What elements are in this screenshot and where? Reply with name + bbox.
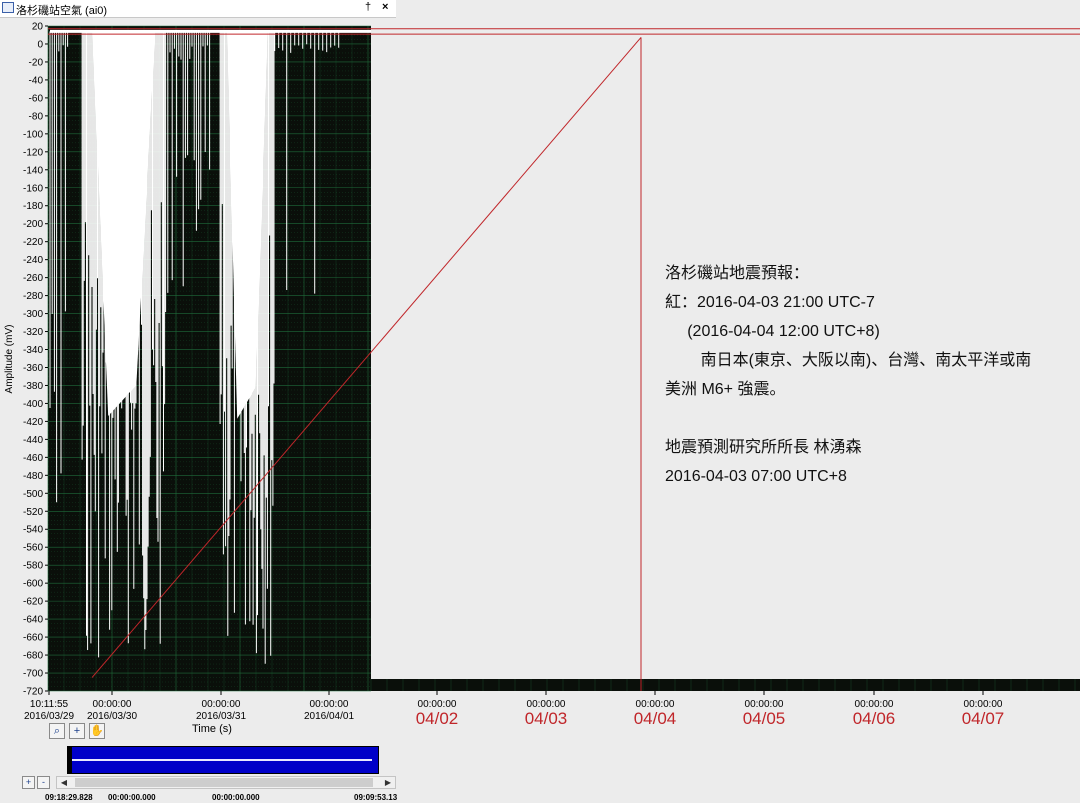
x-tick-label-date: 2016/03/29 xyxy=(24,711,74,722)
y-tick-label: -640 xyxy=(23,615,43,626)
notice-line: (2016-04-04 12:00 UTC+8) xyxy=(665,323,880,340)
overview-label-end: 09:09:53.13 xyxy=(354,793,398,802)
x-axis-label: Time (s) xyxy=(192,723,232,735)
notice-line xyxy=(665,404,1031,433)
zoom-icon[interactable]: ⌕ xyxy=(49,723,65,739)
y-tick-label: -60 xyxy=(29,93,44,104)
annotation-date-label: 04/03 xyxy=(525,709,568,728)
y-tick-label: -120 xyxy=(23,147,43,158)
y-tick-label: -480 xyxy=(23,471,43,482)
y-tick-label: -100 xyxy=(23,129,43,140)
y-tick-label: -240 xyxy=(23,255,43,266)
x-tick-label-time: 10:11:55 xyxy=(30,699,69,710)
y-axis-label: Amplitude (mV) xyxy=(4,325,15,394)
annotation-date-label: 04/05 xyxy=(743,709,786,728)
x-tick-label-time: 00:00:00 xyxy=(93,699,132,710)
crosshair-icon[interactable]: + xyxy=(69,723,85,739)
y-tick-label: -500 xyxy=(23,489,43,500)
x-tick-label-time: 00:00:00 xyxy=(310,699,349,710)
scroll-right-icon[interactable]: ▶ xyxy=(382,777,394,788)
time-scrollbar[interactable]: ◀ ▶ xyxy=(56,776,396,789)
annotation-date-label: 04/04 xyxy=(634,709,677,728)
overview-strip[interactable] xyxy=(67,746,379,774)
scroll-thumb[interactable] xyxy=(75,778,373,787)
y-tick-label: -600 xyxy=(23,579,43,590)
y-tick-label: -380 xyxy=(23,381,43,392)
notice-line: 紅：2016-04-03 21:00 UTC-7 xyxy=(665,294,875,311)
scroll-left-icon[interactable]: ◀ xyxy=(58,777,70,788)
overview-waveform xyxy=(72,759,372,761)
earthquake-prediction-notice: 洛杉磯站地震預報： 紅：2016-04-03 21:00 UTC-7 (2016… xyxy=(665,259,1031,491)
y-tick-label: -460 xyxy=(23,453,43,464)
y-tick-label: -280 xyxy=(23,291,43,302)
x-tick-label-date: 2016/03/30 xyxy=(87,711,137,722)
y-tick-label: -200 xyxy=(23,219,43,230)
x-tick-label-date: 2016/04/01 xyxy=(304,711,354,722)
y-tick-label: -560 xyxy=(23,543,43,554)
zoom-out-icon[interactable]: - xyxy=(37,776,50,789)
y-tick-label: -720 xyxy=(23,687,43,698)
notice-line: 2016-04-03 07:00 UTC+8 xyxy=(665,468,847,485)
y-tick-label: -320 xyxy=(23,327,43,338)
notice-line: 地震預測研究所所長 林湧森 xyxy=(665,439,862,456)
y-tick-label: -360 xyxy=(23,363,43,374)
y-tick-label: -340 xyxy=(23,345,43,356)
y-tick-label: -660 xyxy=(23,633,43,644)
annotation-date-label: 04/06 xyxy=(853,709,896,728)
y-tick-label: -80 xyxy=(29,111,44,122)
y-tick-label: -540 xyxy=(23,525,43,536)
y-tick-label: -620 xyxy=(23,597,43,608)
overview-label-start: 09:18:29.828 xyxy=(45,793,93,802)
notice-line: 南日本(東京、大阪以南)、台灣、南太平洋或南 xyxy=(665,352,1032,369)
y-tick-label: -20 xyxy=(29,57,44,68)
y-tick-label: -680 xyxy=(23,651,43,662)
y-tick-label: -260 xyxy=(23,273,43,284)
y-tick-label: -440 xyxy=(23,435,43,446)
y-tick-label: -220 xyxy=(23,237,43,248)
y-tick-label: -40 xyxy=(29,75,44,86)
y-tick-label: -400 xyxy=(23,399,43,410)
plot-continuation xyxy=(371,679,1080,691)
y-tick-label: -300 xyxy=(23,309,43,320)
y-tick-label: -520 xyxy=(23,507,43,518)
y-tick-label: 0 xyxy=(37,39,43,50)
y-tick-label: -580 xyxy=(23,561,43,572)
annotation-date-label: 04/02 xyxy=(416,709,459,728)
overview-label: 00:00:00.000 xyxy=(108,793,156,802)
notice-line: 美洲 M6+ 強震。 xyxy=(665,381,786,398)
y-tick-label: -140 xyxy=(23,165,43,176)
x-tick-label-time: 00:00:00 xyxy=(202,699,241,710)
y-tick-label: -420 xyxy=(23,417,43,428)
annotation-date-label: 04/07 xyxy=(962,709,1005,728)
y-tick-label: -160 xyxy=(23,183,43,194)
y-tick-label: 20 xyxy=(32,22,44,33)
hand-icon[interactable]: ✋ xyxy=(89,723,105,739)
zoom-in-icon[interactable]: + xyxy=(22,776,35,789)
notice-line: 洛杉磯站地震預報： xyxy=(665,265,810,282)
overview-label: 00:00:00.000 xyxy=(212,793,260,802)
y-tick-label: -700 xyxy=(23,669,43,680)
y-tick-label: -180 xyxy=(23,201,43,212)
x-tick-label-date: 2016/03/31 xyxy=(196,711,246,722)
